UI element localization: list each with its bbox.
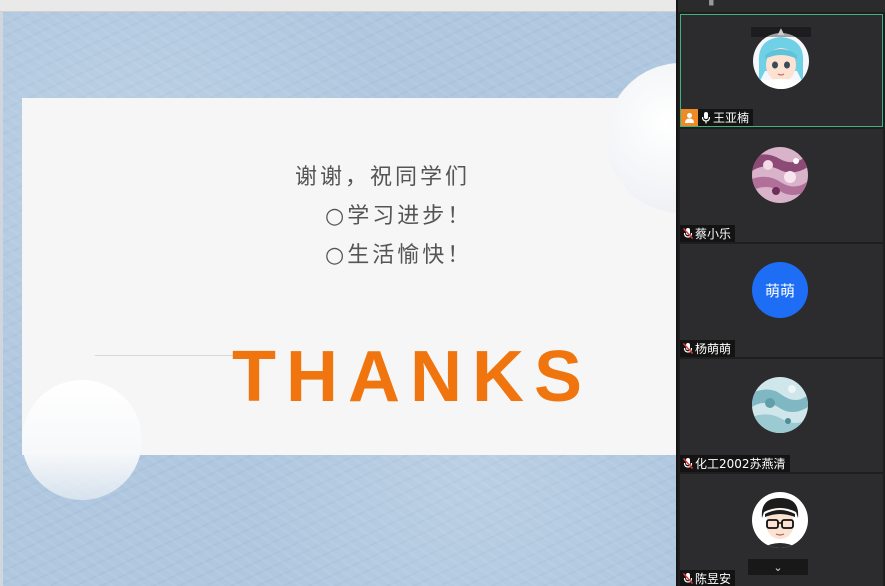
- participant-name: 蔡小乐: [695, 227, 732, 241]
- meeting-window: 谢谢，祝同学们 ○学习进步！ ○生活愉快！ THANKS ▮ ⌃⌃ ▲ 王亚楠 …: [0, 0, 885, 586]
- slide-line: 谢谢，祝同学们: [295, 165, 471, 190]
- participant-tile[interactable]: ▲ 王亚楠: [680, 14, 883, 127]
- participant-panel: ▮ ⌃⌃ ▲ 王亚楠 蔡小乐 萌萌 杨萌萌 化工2002苏燕清 陈昱安 ⌄: [676, 0, 885, 586]
- participant-name: 杨萌萌: [695, 342, 732, 356]
- participant-name: 化工2002苏燕清: [695, 457, 786, 471]
- participant-name-tag: 杨萌萌: [680, 340, 736, 357]
- participant-tile[interactable]: 蔡小乐: [680, 129, 883, 242]
- slide-top-bar: [0, 0, 676, 12]
- chevron-up-icon: ⌃⌃: [808, 0, 829, 8]
- decorative-circle: [22, 380, 142, 500]
- text-avatar: 萌萌: [752, 262, 808, 318]
- scroll-down-button[interactable]: ⌄: [748, 559, 808, 575]
- anime-girl-avatar: [753, 33, 809, 89]
- participant-name-tag: 蔡小乐: [680, 225, 736, 242]
- slide-line: ○生活愉快！: [325, 243, 473, 268]
- participant-name-tag: 化工2002苏燕清: [680, 455, 790, 472]
- slide-message: 谢谢，祝同学们 ○学习进步！ ○生活愉快！: [295, 158, 555, 275]
- chevron-down-icon: ⌄: [773, 560, 783, 574]
- participant-name-tag: 王亚楠: [681, 109, 754, 126]
- mic-muted-icon: [682, 457, 694, 470]
- slide-thanks-heading: THANKS: [232, 337, 592, 417]
- mic-icon: [701, 112, 711, 124]
- previous-tile-sliver: ▮ ⌃⌃: [678, 0, 885, 12]
- participant-name-tag: 陈昱安: [680, 570, 736, 586]
- chevron-up-icon: ▲: [777, 27, 785, 37]
- slide-line: ○学习进步！: [325, 204, 473, 229]
- host-person-icon: [681, 109, 698, 126]
- slide-left-edge: [0, 12, 3, 586]
- scroll-up-button[interactable]: ▲: [751, 27, 811, 37]
- participant-tile[interactable]: 萌萌 杨萌萌: [680, 244, 883, 357]
- glasses-boy-avatar: [752, 492, 808, 548]
- mic-muted-icon: [682, 227, 694, 240]
- participant-name: 王亚楠: [713, 111, 750, 125]
- slide-divider: [95, 355, 235, 356]
- participant-tile[interactable]: 化工2002苏燕清: [680, 359, 883, 472]
- teal-watercolor-avatar: [752, 377, 808, 433]
- shared-slide: 谢谢，祝同学们 ○学习进步！ ○生活愉快！ THANKS: [0, 0, 676, 586]
- participant-name: 陈昱安: [695, 572, 732, 586]
- mic-muted-icon: [682, 572, 694, 585]
- pink-floral-avatar: [752, 147, 808, 203]
- previous-tile-label: ▮: [708, 0, 715, 7]
- mic-muted-icon: [682, 342, 694, 355]
